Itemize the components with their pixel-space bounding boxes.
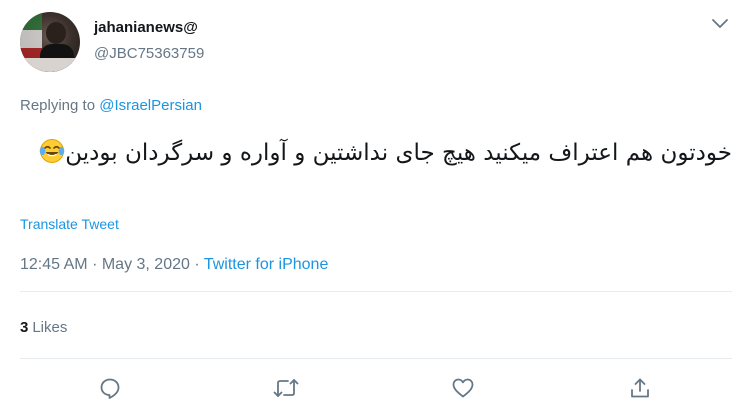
meta-separator: · <box>194 256 200 273</box>
tweet-date[interactable]: May 3, 2020 <box>102 256 190 273</box>
reply-button[interactable] <box>96 374 124 402</box>
meta-separator: · <box>92 256 98 273</box>
tweet-time[interactable]: 12:45 AM <box>20 256 88 273</box>
retweet-icon <box>273 379 299 397</box>
translate-tweet-link[interactable]: Translate Tweet <box>20 216 119 232</box>
user-handle[interactable]: @JBC75363759 <box>94 45 204 62</box>
like-icon <box>452 378 474 398</box>
avatar[interactable] <box>20 12 80 72</box>
share-button[interactable] <box>626 374 654 402</box>
likes-label: Likes <box>32 319 68 336</box>
divider <box>20 291 732 292</box>
share-icon <box>631 378 649 398</box>
tweet-source-link[interactable]: Twitter for iPhone <box>204 256 329 273</box>
replying-to: Replying to @IsraelPersian <box>20 97 202 114</box>
chevron-down-icon[interactable] <box>710 16 730 32</box>
face-with-tears-of-joy-icon <box>39 138 65 164</box>
reply-icon <box>100 378 120 399</box>
retweet-button[interactable] <box>272 374 300 402</box>
divider <box>20 358 732 359</box>
likes-count: 3 <box>20 319 29 336</box>
replying-handle-link[interactable]: @IsraelPersian <box>99 97 202 114</box>
replying-prefix: Replying to <box>20 97 96 114</box>
user-display-name[interactable]: jahanianews@ <box>94 19 198 36</box>
tweet-meta: 12:45 AM · May 3, 2020 · Twitter for iPh… <box>20 256 328 274</box>
like-button[interactable] <box>449 374 477 402</box>
likes-stat[interactable]: 3 Likes <box>20 319 67 336</box>
tweet-body: خودتون هم اعتراف میکنید هیچ جای نداشتین … <box>65 140 732 166</box>
tweet-text: خودتون هم اعتراف میکنید هیچ جای نداشتین … <box>20 134 732 172</box>
